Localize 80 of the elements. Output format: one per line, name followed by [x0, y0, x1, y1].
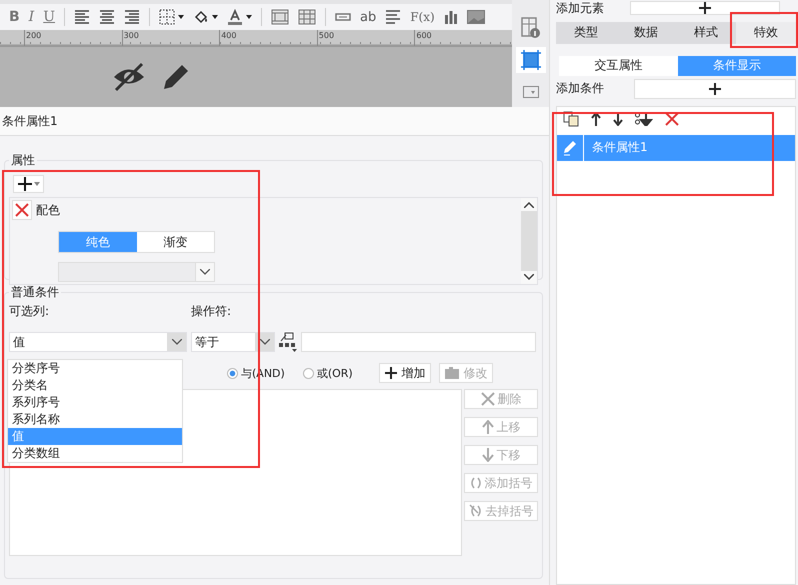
ruler-label: 200: [24, 30, 122, 46]
color-mode-tab[interactable]: 渐变: [136, 232, 214, 252]
align-left-icon: [74, 10, 90, 24]
chevron-down-icon: [260, 339, 270, 345]
font-color-icon: [227, 9, 244, 25]
ruler-label: 500: [316, 30, 414, 46]
column-option[interactable]: 分类名: [8, 377, 182, 394]
close-icon: [480, 392, 494, 406]
condition-title: 条件属性1: [0, 107, 549, 136]
hidden-eye-icon[interactable]: [112, 62, 146, 92]
delete-icon[interactable]: [665, 112, 679, 126]
attribute-label: 配色: [36, 202, 60, 218]
panel-tab[interactable]: 类型: [556, 22, 616, 44]
table-icon: [298, 9, 316, 25]
frame-icon: [520, 50, 540, 70]
chevron-down-icon[interactable]: [524, 274, 534, 280]
bar-chart-icon: [444, 10, 458, 24]
ruler-label: 300: [122, 30, 220, 46]
paint-bucket-icon: [193, 9, 210, 25]
add-attribute-button[interactable]: [13, 175, 44, 193]
image-icon: [466, 10, 485, 24]
plus-icon: [17, 176, 33, 192]
arrow-up-icon: [482, 420, 494, 434]
italic-button[interactable]: I: [26, 6, 38, 28]
logic-radio[interactable]: 或(OR): [302, 366, 353, 380]
copy-icon[interactable]: [563, 110, 579, 127]
add-element-button[interactable]: [630, 1, 780, 15]
column-label: 可选列:: [9, 303, 50, 320]
panel-tab[interactable]: 数据: [616, 22, 676, 44]
folder-icon: [444, 366, 460, 380]
operator-select[interactable]: 等于: [191, 332, 275, 352]
remove-attribute-button[interactable]: [12, 200, 32, 220]
highlight-frame: [730, 12, 798, 48]
arrow-down-icon[interactable]: [613, 112, 623, 126]
column-option[interactable]: 分类数组: [8, 445, 182, 462]
column-option[interactable]: 系列名称: [8, 411, 182, 428]
text-field-icon: [335, 13, 352, 21]
paragraph-icon: [385, 10, 402, 24]
plus-icon: [699, 2, 711, 14]
frame-button[interactable]: [516, 47, 546, 73]
parentheses-icon: [470, 477, 482, 489]
column-option[interactable]: 系列序号: [8, 394, 182, 411]
add-element-label: 添加元素: [556, 0, 605, 16]
pencil-icon: [562, 140, 578, 156]
bold-button[interactable]: B: [6, 6, 23, 28]
arrow-down-icon: [482, 448, 494, 462]
align-right-icon: [124, 10, 140, 24]
merge-cells-icon: [271, 9, 290, 25]
close-icon: [15, 203, 29, 217]
add-condition-label: 添加条件: [556, 80, 605, 98]
text-button[interactable]: ab: [357, 6, 380, 28]
panel-tab[interactable]: 样式: [676, 22, 736, 44]
operator-label: 操作符:: [191, 303, 232, 320]
caret-icon: [34, 182, 40, 186]
move-bottom-icon[interactable]: [635, 112, 653, 126]
plus-icon: [384, 366, 398, 380]
plus-icon: [709, 82, 721, 95]
table-info-icon: [520, 17, 540, 39]
value-input[interactable]: [301, 332, 536, 352]
move-top-icon[interactable]: [591, 112, 601, 126]
remove-parentheses-icon: [468, 504, 482, 518]
align-center-icon: [99, 10, 116, 24]
underline-button[interactable]: U: [40, 6, 58, 28]
dropdown-icon: [522, 86, 538, 98]
panel-tab[interactable]: 特效: [736, 22, 796, 44]
sub-tab[interactable]: 交互属性: [559, 56, 678, 76]
chevron-down-icon: [200, 269, 210, 275]
chevron-down-icon: [172, 339, 182, 345]
chevron-up-icon[interactable]: [524, 202, 534, 208]
column-select[interactable]: 值: [9, 332, 187, 352]
color-select[interactable]: [58, 262, 215, 282]
formula-button[interactable]: F(x): [407, 6, 438, 28]
border-icon: [159, 9, 176, 25]
formula-type-icon[interactable]: [278, 332, 298, 352]
ruler-label: 400: [219, 30, 317, 46]
attributes-legend: 属性: [9, 152, 37, 169]
column-option[interactable]: 分类序号: [8, 360, 182, 377]
common-condition-legend: 普通条件: [9, 284, 61, 301]
add-condition-button[interactable]: 增加: [378, 363, 431, 383]
scrollbar[interactable]: [521, 198, 537, 284]
